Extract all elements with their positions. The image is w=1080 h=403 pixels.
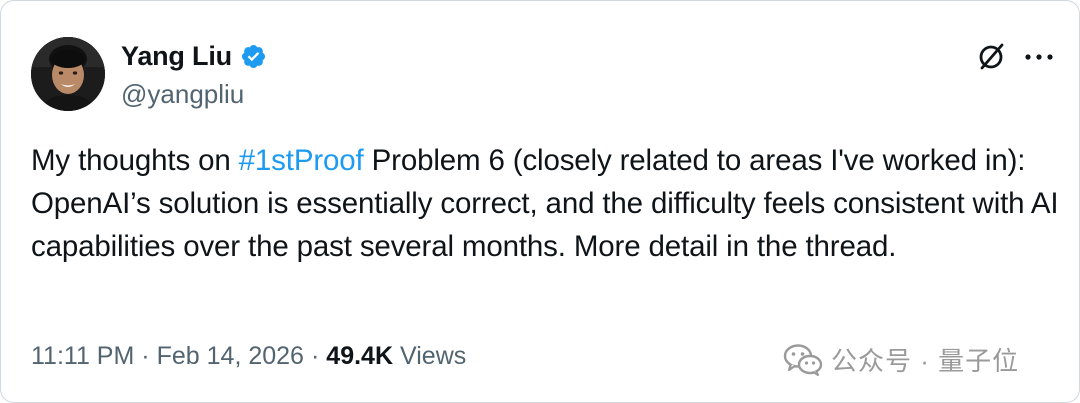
grok-button[interactable] bbox=[973, 39, 1009, 75]
tweet-meta: 11:11 PM · Feb 14, 2026 · 49.4K Views bbox=[31, 342, 466, 371]
wechat-icon bbox=[783, 343, 823, 377]
views-label: Views bbox=[400, 342, 467, 370]
views-count[interactable]: 49.4K bbox=[326, 342, 393, 371]
author-name-row: Yang Liu bbox=[121, 41, 267, 72]
tweet-text: My thoughts on #1stProof Problem 6 (clos… bbox=[31, 139, 1061, 268]
watermark: 公众号 · 量子位 bbox=[783, 341, 1019, 378]
hashtag-link[interactable]: #1stProof bbox=[239, 144, 364, 177]
avatar-photo-icon bbox=[31, 37, 105, 111]
grok-slash-circle-icon bbox=[979, 43, 1004, 70]
more-options-button[interactable] bbox=[1019, 39, 1059, 75]
avatar[interactable] bbox=[31, 37, 105, 111]
tweet-text-before: My thoughts on bbox=[31, 144, 239, 177]
meta-separator: · bbox=[310, 342, 320, 370]
meta-separator: · bbox=[141, 342, 150, 370]
tweet-time[interactable]: 11:11 PM bbox=[31, 342, 134, 371]
author-handle[interactable]: @yangpliu bbox=[121, 79, 244, 110]
verified-badge-icon bbox=[240, 43, 267, 70]
tweet-card: Yang Liu @yangpliu My thoughts on #1stPr… bbox=[0, 0, 1080, 403]
tweet-date[interactable]: Feb 14, 2026 bbox=[157, 342, 304, 371]
author-display-name[interactable]: Yang Liu bbox=[121, 41, 232, 72]
more-dots-icon bbox=[1025, 54, 1053, 60]
watermark-text: 公众号 · 量子位 bbox=[831, 346, 1020, 376]
